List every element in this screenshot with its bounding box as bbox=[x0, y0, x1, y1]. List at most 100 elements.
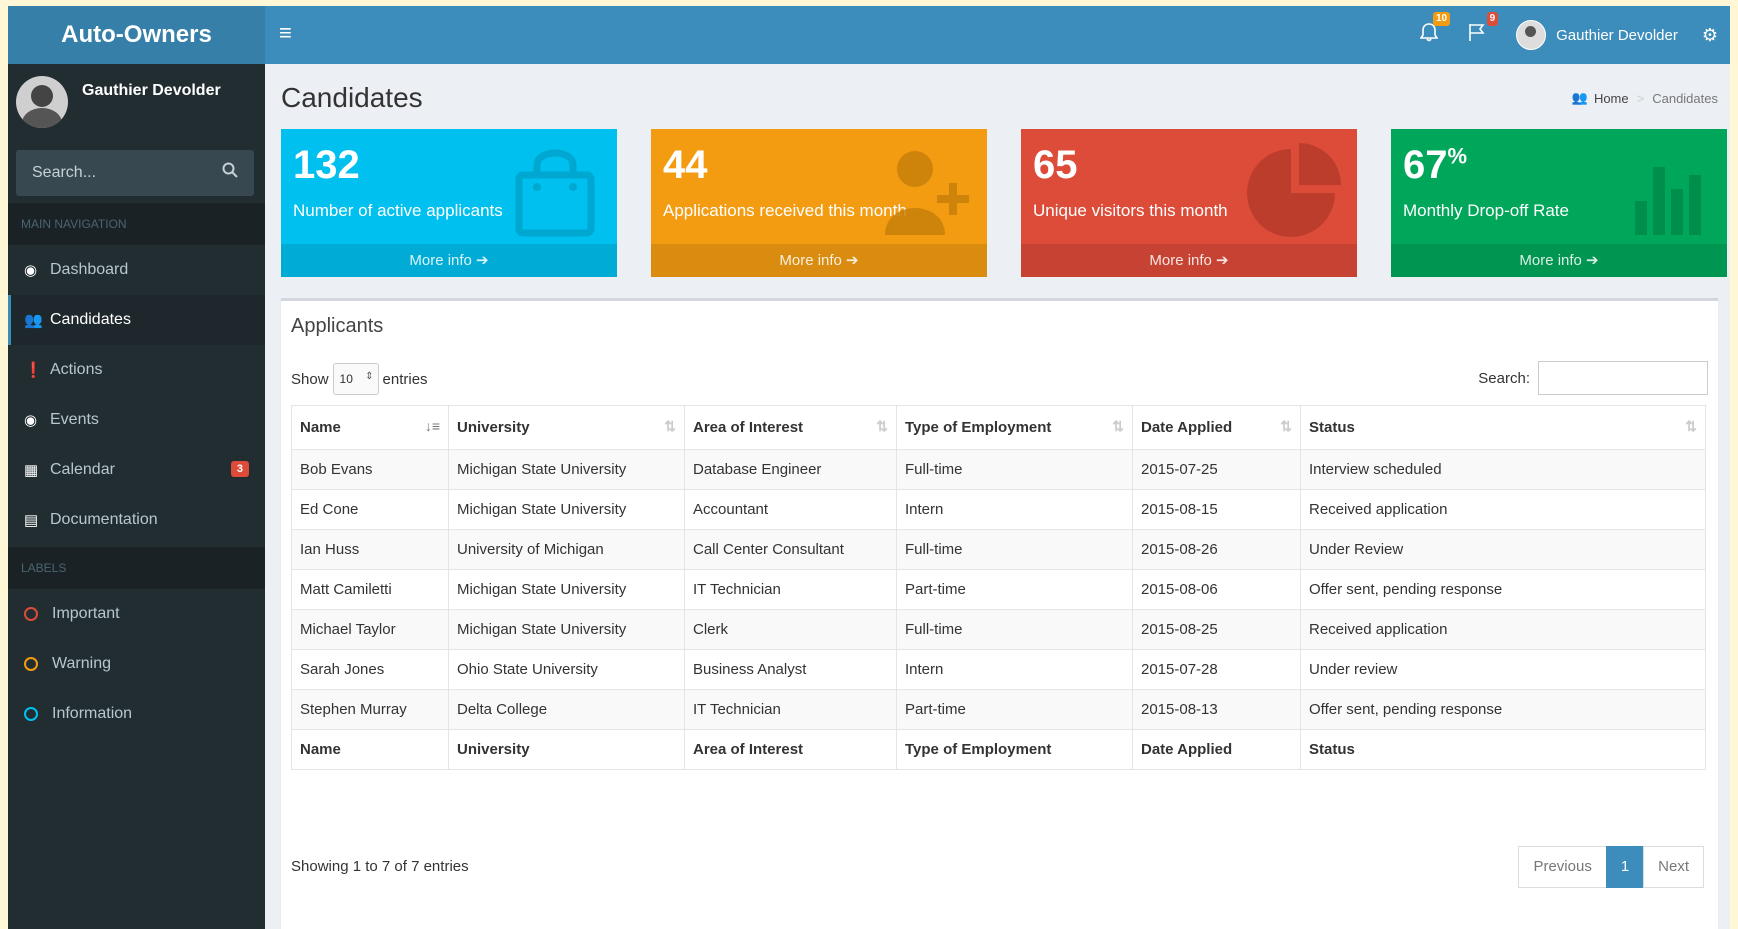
table-cell: Clerk bbox=[684, 609, 897, 650]
footer-area: Area of Interest bbox=[684, 729, 897, 770]
users-icon: 👥 bbox=[24, 312, 43, 329]
table-row[interactable]: Matt Camiletti Michigan State University I… bbox=[291, 569, 1706, 610]
table-cell: IT Technician bbox=[684, 569, 897, 610]
page-1-button[interactable]: 1 bbox=[1605, 846, 1645, 888]
sidebar-item-calendar[interactable]: ▦ Calendar 3 bbox=[8, 445, 265, 495]
table-cell: Michael Taylor bbox=[291, 609, 449, 650]
stat-value: 132 bbox=[293, 143, 360, 187]
table-cell: 2015-07-25 bbox=[1132, 449, 1301, 490]
table-cell: Database Engineer bbox=[684, 449, 897, 490]
table-cell: 2015-08-26 bbox=[1132, 529, 1301, 570]
page-title: Candidates bbox=[281, 82, 423, 113]
column-header-employment[interactable]: Type of Employment ⇅ bbox=[896, 405, 1133, 450]
table-cell: Ed Cone bbox=[291, 489, 449, 530]
sidebar-item-documentation[interactable]: ▤ Documentation bbox=[8, 495, 265, 545]
stat-label: Number of active applicants bbox=[293, 201, 503, 220]
table-row[interactable]: Sarah Jones Ohio State University Business… bbox=[291, 649, 1706, 690]
footer-status: Status bbox=[1300, 729, 1706, 770]
sidebar: Gauthier Devolder MAIN NAVIGATION ◉ Dash… bbox=[8, 64, 265, 929]
sidebar-item-candidates[interactable]: 👥 Candidates bbox=[8, 295, 265, 345]
table-search: Search: bbox=[1478, 361, 1708, 395]
stat-box-dropoff: 67% Monthly Drop-off Rate More info ➔ bbox=[1391, 129, 1727, 277]
sidebar-search bbox=[16, 150, 254, 196]
main-content: Candidates 👥 Home > Candidates 132 Numbe… bbox=[265, 64, 1730, 929]
more-info-link[interactable]: More info ➔ bbox=[281, 244, 617, 277]
select-arrows-icon: ⇕ bbox=[365, 371, 374, 382]
shopping-bag-icon bbox=[515, 149, 595, 237]
sort-asc-icon: ↓≡ bbox=[424, 418, 440, 434]
table-info: Showing 1 to 7 of 7 entries bbox=[291, 858, 469, 875]
stat-value: 65 bbox=[1033, 143, 1078, 187]
table-search-input[interactable] bbox=[1538, 361, 1708, 395]
more-info-link[interactable]: More info ➔ bbox=[651, 244, 987, 277]
table-cell: Sarah Jones bbox=[291, 649, 449, 690]
table-cell: Michigan State University bbox=[448, 489, 685, 530]
brand-logo[interactable]: Auto-Owners bbox=[8, 6, 265, 64]
labels-header: LABELS bbox=[8, 547, 265, 589]
sort-icon: ⇅ bbox=[1112, 418, 1124, 434]
sidebar-item-label: Candidates bbox=[50, 311, 131, 328]
notifications-bell-icon[interactable]: 10 bbox=[1419, 12, 1451, 48]
app-window: Auto-Owners ≡ 10 9 Gauthier Devolder ⚙ G… bbox=[8, 6, 1730, 929]
stat-boxes: 132 Number of active applicants More inf… bbox=[281, 129, 1727, 277]
table-cell: Under review bbox=[1300, 649, 1706, 690]
sidebar-item-label: Events bbox=[50, 411, 99, 428]
table-row[interactable]: Ian Huss University of Michigan Call Cente… bbox=[291, 529, 1706, 570]
sort-icon: ⇅ bbox=[1280, 418, 1292, 434]
next-button[interactable]: Next bbox=[1643, 846, 1704, 888]
flag-icon[interactable]: 9 bbox=[1468, 12, 1499, 48]
hamburger-icon[interactable]: ≡ bbox=[279, 20, 292, 46]
page-length-select[interactable]: 10 ⇕ bbox=[332, 363, 379, 395]
stat-value: 67% bbox=[1403, 143, 1468, 187]
sidebar-item-dashboard[interactable]: ◉ Dashboard bbox=[8, 245, 265, 295]
table-cell: Michigan State University bbox=[448, 609, 685, 650]
table-cell: 2015-08-25 bbox=[1132, 609, 1301, 650]
topbar-user-name: Gauthier Devolder bbox=[1556, 26, 1678, 44]
search-icon[interactable] bbox=[222, 162, 238, 183]
sidebar-item-label: Dashboard bbox=[50, 261, 129, 278]
column-header-name[interactable]: Name ↓≡ bbox=[291, 405, 449, 450]
user-menu[interactable]: Gauthier Devolder bbox=[1516, 20, 1678, 50]
breadcrumb-home[interactable]: Home bbox=[1594, 91, 1629, 106]
more-info-link[interactable]: More info ➔ bbox=[1391, 244, 1727, 277]
table-cell: 2015-08-15 bbox=[1132, 489, 1301, 530]
breadcrumb-separator: > bbox=[1636, 90, 1645, 106]
page-length-control: Show 10 ⇕ entries bbox=[291, 363, 428, 395]
sidebar-search-input[interactable] bbox=[16, 163, 214, 183]
table-row[interactable]: Ed Cone Michigan State University Accounta… bbox=[291, 489, 1706, 530]
table-row[interactable]: Michael Taylor Michigan State University C… bbox=[291, 609, 1706, 650]
sidebar-item-label: Calendar bbox=[50, 461, 115, 478]
table-cell: Offer sent, pending response bbox=[1300, 569, 1706, 610]
exclamation-circle-icon: ❗ bbox=[24, 362, 43, 379]
stat-box-applications: 44 Applications received this month More… bbox=[651, 129, 987, 277]
label-text: Important bbox=[52, 605, 120, 622]
previous-button[interactable]: Previous bbox=[1518, 846, 1607, 888]
column-header-area[interactable]: Area of Interest ⇅ bbox=[684, 405, 897, 450]
sidebar-item-actions[interactable]: ❗ Actions bbox=[8, 345, 265, 395]
sidebar-item-events[interactable]: ◉ Events bbox=[8, 395, 265, 445]
footer-name: Name bbox=[291, 729, 449, 770]
table-cell: Under Review bbox=[1300, 529, 1706, 570]
column-header-status[interactable]: Status ⇅ bbox=[1300, 405, 1706, 450]
breadcrumb-current: Candidates bbox=[1652, 90, 1718, 106]
table-cell: Matt Camiletti bbox=[291, 569, 449, 610]
table-cell: Call Center Consultant bbox=[684, 529, 897, 570]
sort-icon: ⇅ bbox=[876, 418, 888, 434]
label-information[interactable]: Information bbox=[8, 689, 265, 739]
top-navbar: ≡ 10 9 Gauthier Devolder ⚙ bbox=[265, 6, 1730, 64]
footer-employment: Type of Employment bbox=[896, 729, 1133, 770]
table-row[interactable]: Stephen Murray Delta College IT Technician… bbox=[291, 689, 1706, 730]
table-cell: Intern bbox=[896, 649, 1133, 690]
table-row[interactable]: Bob Evans Michigan State University Databa… bbox=[291, 449, 1706, 490]
column-header-date[interactable]: Date Applied ⇅ bbox=[1132, 405, 1301, 450]
table-cell: Intern bbox=[896, 489, 1133, 530]
pie-chart-icon bbox=[1247, 143, 1341, 237]
table-cell: Stephen Murray bbox=[291, 689, 449, 730]
calendar-icon: ▦ bbox=[24, 462, 39, 479]
label-important[interactable]: Important bbox=[8, 589, 265, 639]
more-info-link[interactable]: More info ➔ bbox=[1021, 244, 1357, 277]
label-text: Warning bbox=[52, 655, 111, 672]
gears-icon[interactable]: ⚙ bbox=[1702, 25, 1718, 46]
label-warning[interactable]: Warning bbox=[8, 639, 265, 689]
column-header-university[interactable]: University ⇅ bbox=[448, 405, 685, 450]
